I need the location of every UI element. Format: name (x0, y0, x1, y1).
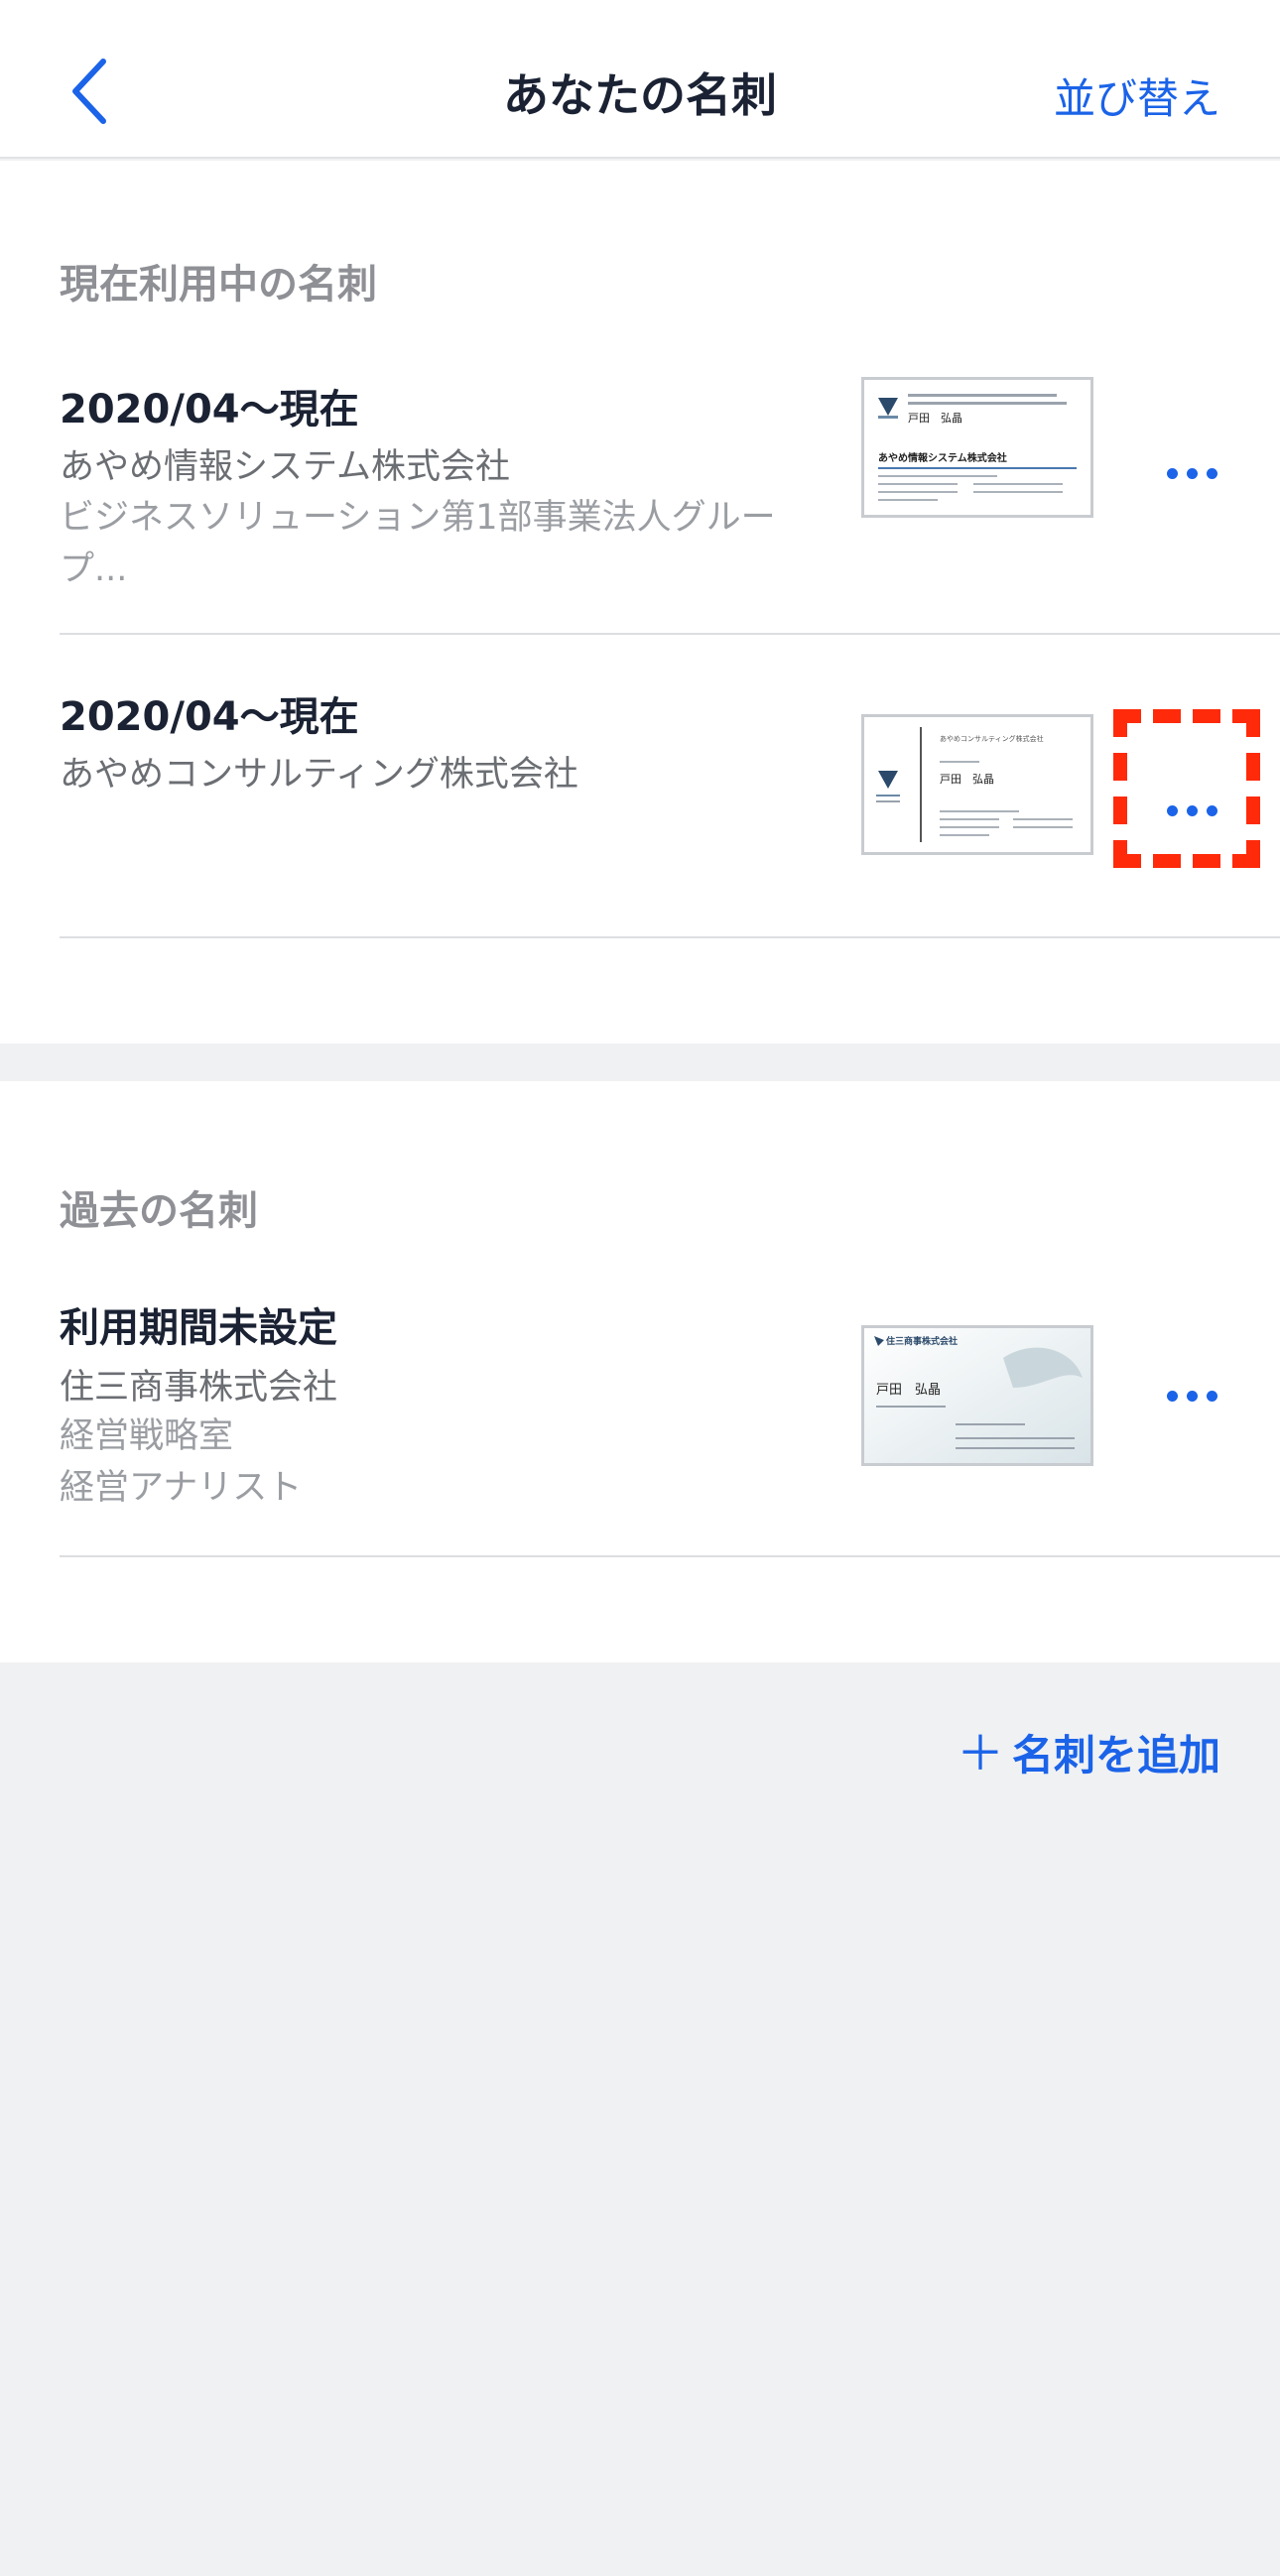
card-thumbnail[interactable]: 戸田 弘晶 あやめ情報システム株式会社 (861, 377, 1093, 518)
thumb-name: 戸田 弘晶 (876, 1383, 941, 1398)
add-card-label: 名刺を追加 (1011, 1731, 1220, 1779)
card-position: 経営アナリスト (60, 1468, 303, 1508)
dot-icon (1186, 1390, 1198, 1402)
thumb-company: あやめコンサルティング株式会社 (940, 734, 1044, 743)
card-company: 住三商事株式会社 (60, 1368, 338, 1408)
thumb-name: 戸田 弘晶 (940, 773, 994, 786)
section-header-past: 過去の名刺 (60, 1188, 258, 1234)
business-card-image: 戸田 弘晶 あやめ情報システム株式会社 (864, 380, 1090, 515)
highlight-marker (1113, 709, 1260, 868)
thumb-company: あやめ情報システム株式会社 (878, 451, 1007, 464)
card-period: 利用期間未設定 (60, 1305, 337, 1351)
card-thumbnail[interactable]: 住三商事株式会社 戸田 弘晶 (861, 1325, 1093, 1466)
card-row[interactable]: 2020/04〜現在 あやめ情報システム株式会社 ビジネスソリューション第1部事… (60, 327, 1280, 635)
add-card-button[interactable]: ＋名刺を追加 (957, 1714, 1220, 1783)
dot-icon (1166, 1390, 1178, 1402)
current-cards-section: 現在利用中の名刺 2020/04〜現在 あやめ情報システム株式会社 ビジネスソリ… (0, 161, 1280, 1043)
more-options-button[interactable] (1147, 443, 1236, 503)
dot-icon (1186, 467, 1198, 479)
card-department: ビジネスソリューション第1部事業法人グルー プ... (60, 498, 776, 589)
business-card-image: 住三商事株式会社 戸田 弘晶 (864, 1328, 1090, 1463)
past-cards-section: 過去の名刺 利用期間未設定 住三商事株式会社 経営戦略室 経営アナリスト 住三商… (0, 1081, 1280, 1662)
card-thumbnail[interactable]: あやめコンサルティング株式会社 戸田 弘晶 (861, 714, 1093, 855)
more-options-button[interactable] (1147, 1366, 1236, 1425)
card-department: 経営戦略室 (60, 1416, 234, 1456)
dot-icon (1166, 467, 1178, 479)
dot-icon (1206, 1390, 1217, 1402)
card-period: 2020/04〜現在 (60, 694, 359, 740)
business-card-image: あやめコンサルティング株式会社 戸田 弘晶 (864, 717, 1090, 852)
sort-button[interactable]: 並び替え (1054, 65, 1220, 126)
card-company: あやめ情報システム株式会社 (60, 447, 510, 487)
plus-icon: ＋ (956, 1726, 1004, 1781)
card-row[interactable]: 2020/04〜現在 あやめコンサルティング株式会社 あやめコンサルティング株式… (60, 635, 1280, 938)
navigation-bar: あなたの名刺 並び替え (0, 0, 1280, 159)
dot-icon (1206, 467, 1217, 479)
thumb-name: 戸田 弘晶 (908, 412, 962, 425)
thumb-company: 住三商事株式会社 (886, 1335, 958, 1347)
card-period: 2020/04〜現在 (60, 387, 359, 432)
card-company: あやめコンサルティング株式会社 (60, 755, 578, 795)
section-header-current: 現在利用中の名刺 (60, 262, 377, 307)
card-row[interactable]: 利用期間未設定 住三商事株式会社 経営戦略室 経営アナリスト 住三商事株式会社 … (60, 1256, 1280, 1557)
